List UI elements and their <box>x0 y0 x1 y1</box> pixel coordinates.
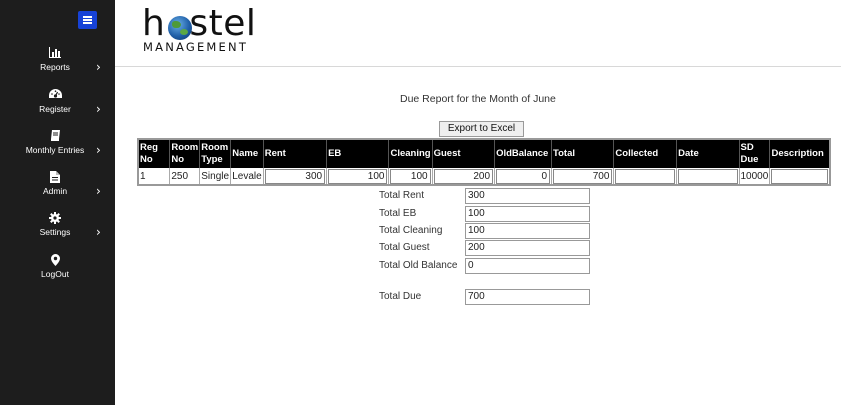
column-header: SD Due <box>739 139 771 168</box>
file-icon <box>0 171 110 184</box>
logo-wordmark: h stel <box>142 3 257 44</box>
table-header-row: Reg No Room No Room Type Name Rent EB Cl… <box>138 139 831 168</box>
report-title: Due Report for the Month of June <box>400 93 556 105</box>
total-old-balance-label: Total Old Balance <box>379 260 458 271</box>
old-balance-input[interactable]: 0 <box>496 168 551 184</box>
sidebar-item-logout[interactable]: LogOut <box>0 254 115 288</box>
column-header: Cleaning <box>388 139 433 168</box>
total-guest-label: Total Guest <box>379 242 430 253</box>
room-type-cell: Single <box>199 168 232 185</box>
export-to-excel-button[interactable]: Export to Excel <box>439 121 524 137</box>
chevron-right-icon: › <box>96 102 101 116</box>
column-header: OldBalance <box>494 139 553 168</box>
column-header: Total <box>551 139 615 168</box>
column-header: Guest <box>432 139 496 168</box>
column-header: Name <box>230 139 264 168</box>
sidebar-item-register[interactable]: Register › <box>0 89 115 123</box>
rent-cell: 300 <box>263 168 328 185</box>
sidebar: Reports › Register › Monthly Entries › A… <box>0 0 115 405</box>
total-cleaning-row: Total Cleaning 100 <box>379 223 590 239</box>
sidebar-item-settings[interactable]: Settings › <box>0 212 115 246</box>
sidebar-item-monthly-entries[interactable]: Monthly Entries › <box>0 130 115 164</box>
total-guest-field[interactable]: 200 <box>465 240 590 256</box>
sidebar-item-admin[interactable]: Admin › <box>0 171 115 205</box>
total-old-balance-field[interactable]: 0 <box>465 258 590 274</box>
collected-input[interactable] <box>615 168 676 184</box>
chevron-right-icon: › <box>96 184 101 198</box>
column-header: Collected <box>613 139 678 168</box>
total-cell: 700 <box>551 168 615 185</box>
total-cleaning-label: Total Cleaning <box>379 225 443 236</box>
total-due-row: Total Due 700 <box>379 289 590 305</box>
menu-toggle-icon[interactable] <box>78 11 97 29</box>
sidebar-item-label: Settings <box>39 227 71 237</box>
column-header: Reg No <box>138 139 171 168</box>
chevron-right-icon: › <box>96 225 101 239</box>
logo-subtitle: MANAGEMENT <box>143 40 249 54</box>
total-guest-row: Total Guest 200 <box>379 240 590 256</box>
column-header: Room Type <box>199 139 232 168</box>
bar-chart-icon <box>0 47 110 60</box>
total-rent-field[interactable]: 300 <box>465 188 590 204</box>
sidebar-item-label: Register <box>39 104 71 114</box>
total-rent-row: Total Rent 300 <box>379 188 590 204</box>
reg-no-cell: 1 <box>138 168 171 185</box>
description-input[interactable] <box>771 168 828 184</box>
total-eb-field[interactable]: 100 <box>465 206 590 222</box>
gear-icon <box>0 212 110 225</box>
chevron-right-icon: › <box>96 143 101 157</box>
cleaning-cell: 100 <box>388 168 433 185</box>
eb-input[interactable]: 100 <box>328 168 388 184</box>
date-cell <box>676 168 740 185</box>
collected-cell <box>613 168 678 185</box>
sd-due-cell: 10000 <box>739 168 771 185</box>
sidebar-item-label: Admin <box>42 186 68 196</box>
date-input[interactable] <box>678 168 738 184</box>
old-balance-cell: 0 <box>494 168 553 185</box>
total-due-field[interactable]: 700 <box>465 289 590 305</box>
sidebar-item-label: LogOut <box>41 269 69 279</box>
map-pin-icon <box>0 254 110 267</box>
column-header: Room No <box>169 139 201 168</box>
sidebar-item-label: Reports <box>40 62 70 72</box>
total-eb-row: Total EB 100 <box>379 206 590 222</box>
total-old-balance-row: Total Old Balance 0 <box>379 258 590 274</box>
description-cell <box>769 168 831 185</box>
name-cell: Levale <box>230 168 264 185</box>
chevron-right-icon: › <box>96 60 101 74</box>
book-icon <box>0 130 110 143</box>
column-header: Rent <box>263 139 328 168</box>
hostel-management-logo[interactable]: h stel MANAGEMENT <box>142 3 262 58</box>
column-header: Date <box>676 139 740 168</box>
total-cleaning-field[interactable]: 100 <box>465 223 590 239</box>
globe-icon <box>168 16 192 40</box>
total-rent-label: Total Rent <box>379 190 425 201</box>
total-due-label: Total Due <box>379 291 422 302</box>
eb-cell: 100 <box>326 168 390 185</box>
sidebar-item-label: Monthly Entries <box>25 145 85 155</box>
header-divider <box>115 66 841 67</box>
total-input[interactable]: 700 <box>553 168 613 184</box>
total-eb-label: Total EB <box>379 208 417 219</box>
dashboard-icon <box>0 89 110 102</box>
cleaning-input[interactable]: 100 <box>390 168 431 184</box>
sidebar-item-reports[interactable]: Reports › <box>0 47 115 81</box>
due-report-table: Reg No Room No Room Type Name Rent EB Cl… <box>137 138 831 186</box>
room-no-cell: 250 <box>169 168 201 185</box>
guest-cell: 200 <box>432 168 496 185</box>
table-row: 1 250 Single Levale 300 100 100 200 0 70… <box>138 168 831 185</box>
column-header: Description <box>769 139 831 168</box>
guest-input[interactable]: 200 <box>433 168 494 184</box>
rent-input[interactable]: 300 <box>264 168 326 184</box>
column-header: EB <box>326 139 390 168</box>
